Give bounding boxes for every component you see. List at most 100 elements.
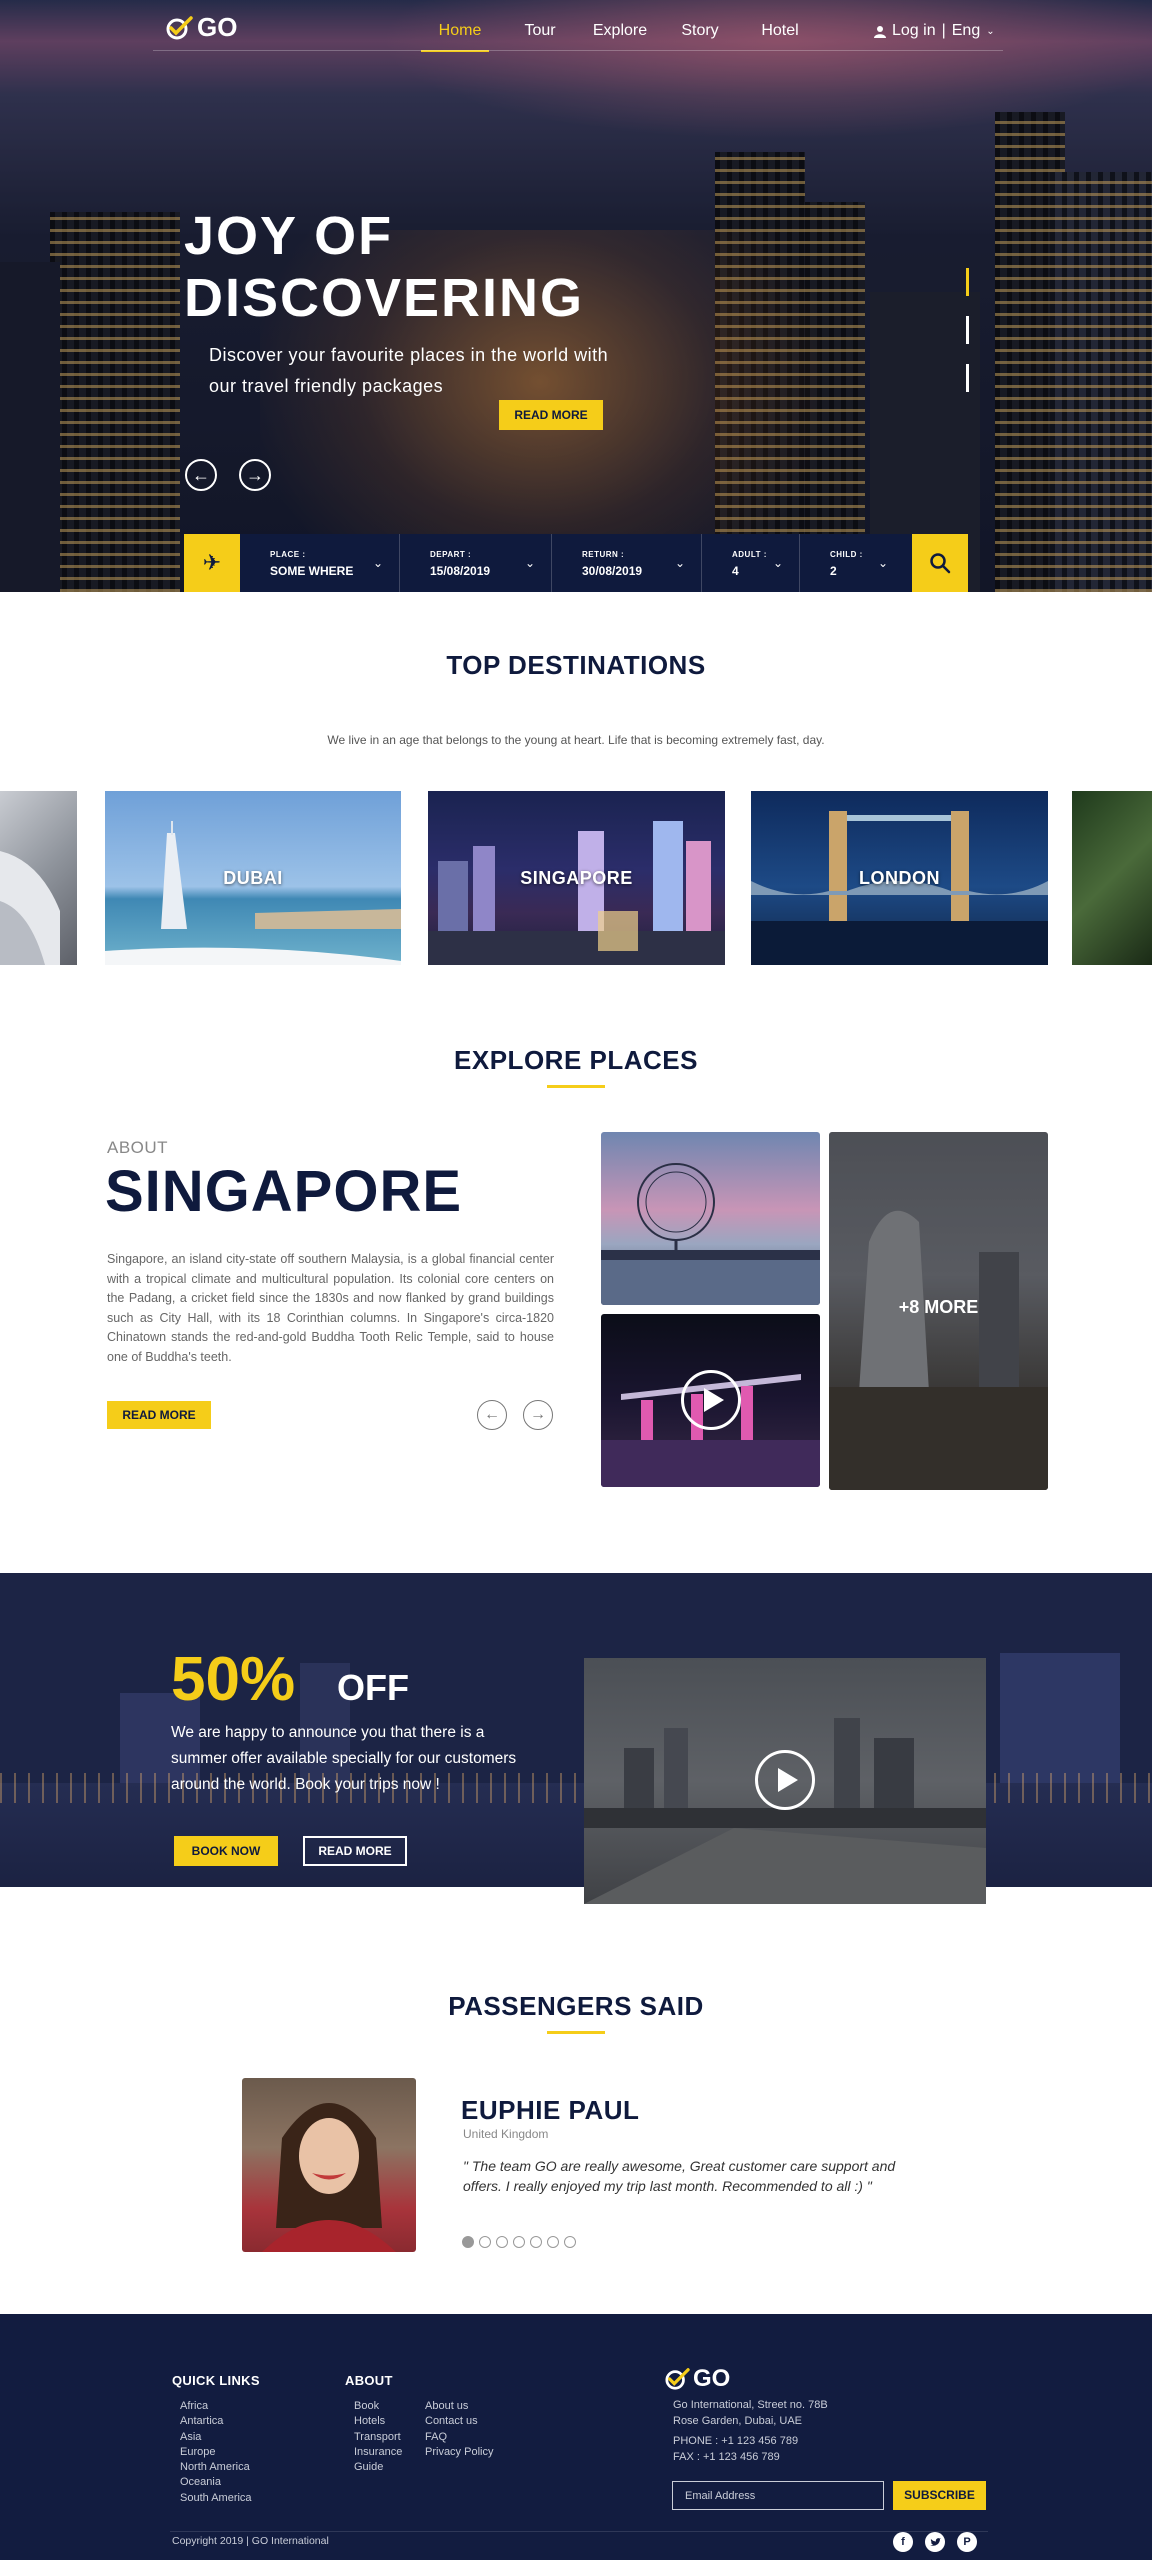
gallery-video-marina[interactable] bbox=[601, 1314, 820, 1487]
destination-card-london[interactable]: LONDON bbox=[751, 791, 1048, 965]
promo-video[interactable] bbox=[584, 1658, 986, 1904]
footer-link[interactable]: About us bbox=[425, 2399, 493, 2414]
nav-hotel[interactable]: Hotel bbox=[740, 22, 820, 40]
footer-link[interactable]: Europe bbox=[180, 2445, 252, 2460]
footer-logo[interactable]: GO bbox=[664, 2365, 730, 2393]
book-now-button[interactable]: BOOK NOW bbox=[174, 1836, 278, 1866]
depart-field[interactable]: DEPART : 15/08/2019 ⌄ bbox=[400, 534, 552, 592]
footer-link[interactable]: Contact us bbox=[425, 2414, 493, 2429]
nav-home[interactable]: Home bbox=[420, 22, 500, 40]
field-value: 4 bbox=[732, 564, 739, 578]
explore-next-button[interactable]: → bbox=[523, 1400, 553, 1430]
footer-link[interactable]: Oceania bbox=[180, 2475, 252, 2490]
destination-card-dubai[interactable]: DUBAI bbox=[105, 791, 401, 965]
destinations-description: We live in an age that belongs to the yo… bbox=[327, 733, 825, 747]
destination-card-partial[interactable] bbox=[0, 791, 77, 965]
arrow-left-icon: ← bbox=[484, 1406, 500, 1423]
promo-building bbox=[1000, 1653, 1120, 1793]
footer-link[interactable]: Antartica bbox=[180, 2414, 252, 2429]
quick-links-title: QUICK LINKS bbox=[172, 2373, 260, 2388]
hero-subtitle: Discover your favourite places in the wo… bbox=[209, 345, 609, 396]
search-button[interactable] bbox=[912, 534, 968, 592]
phone-number: PHONE : +1 123 456 789 bbox=[673, 2435, 799, 2447]
fax-number: FAX : +1 123 456 789 bbox=[673, 2451, 780, 2463]
place-field[interactable]: PLACE : SOME WHERE ⌄ bbox=[240, 534, 400, 592]
facebook-icon[interactable]: f bbox=[893, 2532, 913, 2552]
subscribe-button[interactable]: SUBSCRIBE bbox=[893, 2481, 986, 2510]
footer-link[interactable]: North America bbox=[180, 2460, 252, 2475]
field-label: ADULT : bbox=[732, 550, 767, 559]
slide-dot[interactable] bbox=[966, 268, 969, 296]
destinations-title: TOP DESTINATIONS bbox=[446, 650, 706, 680]
title-underline bbox=[547, 1085, 605, 1088]
footer-link[interactable]: Asia bbox=[180, 2430, 252, 2445]
destination-card-partial[interactable] bbox=[1072, 791, 1152, 965]
destination-card-singapore[interactable]: SINGAPORE bbox=[428, 791, 725, 965]
footer-link[interactable]: Guide bbox=[354, 2460, 402, 2475]
promo-off: OFF bbox=[337, 1667, 409, 1708]
hero-prev-button[interactable]: ← bbox=[185, 459, 217, 491]
ferris-wheel bbox=[601, 1163, 820, 1305]
twitter-icon[interactable] bbox=[925, 2532, 945, 2552]
hero-read-more-button[interactable]: READ MORE bbox=[499, 400, 603, 430]
play-icon[interactable] bbox=[755, 1750, 815, 1810]
footer-link[interactable]: Book bbox=[354, 2399, 402, 2414]
gallery-image-flyer[interactable] bbox=[601, 1132, 820, 1305]
return-field[interactable]: RETURN : 30/08/2019 ⌄ bbox=[552, 534, 702, 592]
child-field[interactable]: CHILD : 2 ⌄ bbox=[800, 534, 904, 592]
about-label: ABOUT bbox=[107, 1138, 169, 1157]
explore-prev-button[interactable]: ← bbox=[477, 1400, 507, 1430]
slide-dot[interactable] bbox=[966, 316, 969, 344]
about-title: ABOUT bbox=[345, 2373, 393, 2388]
pagination-dot[interactable] bbox=[530, 2236, 542, 2248]
chevron-down-icon: ⌄ bbox=[772, 556, 783, 570]
nav-tour[interactable]: Tour bbox=[500, 22, 580, 40]
testimonial-country: United Kingdom bbox=[463, 2127, 549, 2141]
place-name: SINGAPORE bbox=[105, 1159, 463, 1224]
pagination-dot[interactable] bbox=[513, 2236, 525, 2248]
logo[interactable]: GO bbox=[165, 12, 237, 43]
footer-link[interactable]: Transport bbox=[354, 2430, 402, 2445]
footer-link[interactable]: Hotels bbox=[354, 2414, 402, 2429]
nav-divider bbox=[153, 50, 1003, 51]
chevron-down-icon: ⌄ bbox=[524, 556, 535, 570]
slide-dot[interactable] bbox=[966, 364, 969, 392]
footer-link[interactable]: Insurance bbox=[354, 2445, 402, 2460]
nav-story[interactable]: Story bbox=[660, 22, 740, 40]
footer-link[interactable]: South America bbox=[180, 2491, 252, 2506]
quick-links-list: Africa Antartica Asia Europe North Ameri… bbox=[180, 2399, 252, 2506]
testimonial-avatar bbox=[242, 2078, 416, 2252]
pagination-dot[interactable] bbox=[462, 2236, 474, 2248]
footer-link[interactable]: Africa bbox=[180, 2399, 252, 2414]
login-link[interactable]: Log in bbox=[892, 22, 936, 40]
explore-read-more-button[interactable]: READ MORE bbox=[107, 1401, 211, 1429]
pagination-dot[interactable] bbox=[496, 2236, 508, 2248]
nav-explore[interactable]: Explore bbox=[580, 22, 660, 40]
main-menu: Home Tour Explore Story Hotel bbox=[420, 22, 820, 40]
search-icon bbox=[930, 553, 951, 574]
testimonial-quote: " The team GO are really awesome, Great … bbox=[463, 2158, 896, 2194]
footer-link[interactable]: Privacy Policy bbox=[425, 2445, 493, 2460]
pagination-dot[interactable] bbox=[564, 2236, 576, 2248]
pinterest-icon[interactable]: P bbox=[957, 2532, 977, 2552]
more-photos-label[interactable]: +8 MORE bbox=[829, 1297, 1048, 1318]
gallery-more-tile[interactable]: +8 MORE bbox=[829, 1132, 1048, 1490]
user-icon bbox=[874, 25, 886, 38]
top-nav: GO Home Tour Explore Story Hotel Log in … bbox=[0, 0, 1152, 54]
play-icon[interactable] bbox=[681, 1370, 741, 1430]
adult-field[interactable]: ADULT : 4 ⌄ bbox=[702, 534, 800, 592]
promo-read-more-button[interactable]: READ MORE bbox=[303, 1836, 407, 1866]
hero-slide-indicator bbox=[966, 268, 970, 412]
pagination-dot[interactable] bbox=[479, 2236, 491, 2248]
place-description: Singapore, an island city-state off sout… bbox=[107, 1252, 554, 1364]
footer-link[interactable]: FAQ bbox=[425, 2430, 493, 2445]
pagination-dot[interactable] bbox=[547, 2236, 559, 2248]
address-line: Go International, Street no. 78B bbox=[673, 2399, 828, 2411]
language-select[interactable]: Eng bbox=[952, 22, 980, 40]
email-field[interactable] bbox=[672, 2481, 884, 2510]
explore-title: EXPLORE PLACES bbox=[454, 1045, 698, 1075]
logo-icon bbox=[665, 2368, 690, 2390]
testimonial-pagination bbox=[462, 2236, 576, 2248]
field-value: 2 bbox=[830, 564, 837, 578]
hero-next-button[interactable]: → bbox=[239, 459, 271, 491]
